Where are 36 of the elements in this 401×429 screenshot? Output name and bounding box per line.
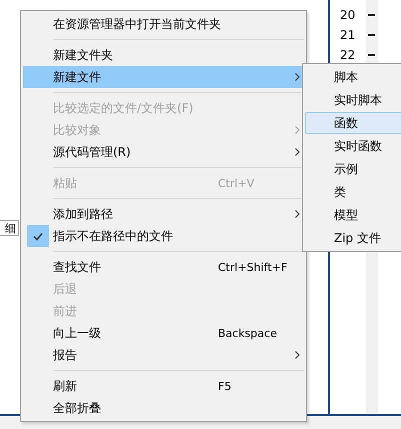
menu-item[interactable]: 示例 xyxy=(305,158,401,180)
menu-item[interactable]: 全部折叠 xyxy=(23,397,304,419)
fold-marker-icon xyxy=(368,14,375,16)
shortcut-label: Ctrl+V xyxy=(218,176,256,190)
menu-item[interactable]: 实时脚本 xyxy=(305,89,401,111)
menu-item[interactable]: 在资源管理器中打开当前文件夹 xyxy=(23,13,304,35)
menu-item[interactable]: 报告 xyxy=(23,344,304,366)
fold-marker-icon xyxy=(368,34,375,36)
chevron-right-icon xyxy=(294,210,300,218)
line-number: 22 xyxy=(340,47,356,64)
menu-item[interactable]: 模型 xyxy=(305,204,401,226)
menu-item[interactable]: 查找文件 Ctrl+Shift+F xyxy=(23,256,304,278)
shortcut-label: F5 xyxy=(218,380,232,392)
menu-item[interactable]: 向上一级 Backspace xyxy=(23,322,304,344)
line-number: 20 xyxy=(340,7,356,24)
menu-item[interactable]: 脚本 xyxy=(305,66,401,88)
menu-item[interactable]: 实时函数 xyxy=(305,135,401,157)
menu-item[interactable]: Zip 文件 xyxy=(305,227,401,249)
menu-item[interactable]: 新建文件 xyxy=(23,66,304,88)
fold-marker-icon xyxy=(368,54,375,56)
menu-item[interactable]: 源代码管理(R) xyxy=(23,141,304,163)
column-header: 细 xyxy=(0,220,19,236)
chevron-right-icon xyxy=(294,126,300,134)
menu-item[interactable]: 添加到路径 xyxy=(23,203,304,225)
menu-item[interactable]: 刷新 F5 xyxy=(23,375,304,397)
menu-item[interactable]: 类 xyxy=(305,181,401,203)
line-number: 21 xyxy=(340,27,356,44)
menu-item[interactable]: 指示不在路径中的文件 xyxy=(23,225,304,247)
menu-item[interactable]: 新建文件夹 xyxy=(23,44,304,66)
shortcut-label: Backspace xyxy=(218,326,278,340)
chevron-right-icon xyxy=(294,351,300,359)
chevron-right-icon xyxy=(294,148,300,156)
shortcut-label: Ctrl+Shift+F xyxy=(218,260,288,274)
menu-item[interactable]: 函数 xyxy=(305,112,401,134)
chevron-right-icon xyxy=(294,73,300,81)
checkmark-icon xyxy=(27,225,49,247)
